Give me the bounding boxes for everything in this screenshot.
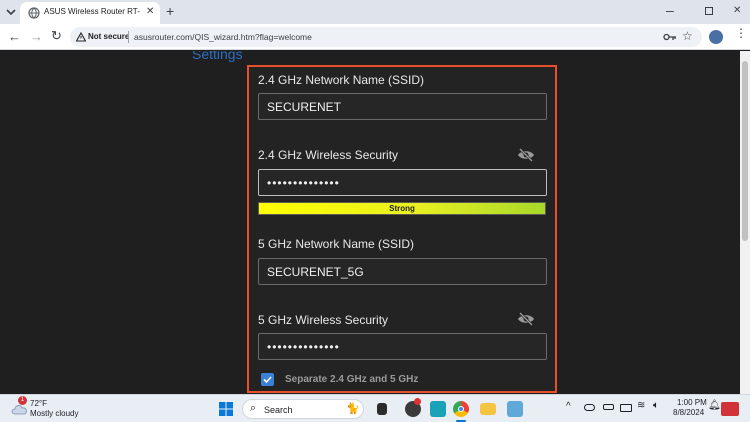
- tab-bar: ASUS Wireless Router RT-AX86 ✕ + – ✕: [0, 0, 750, 24]
- weather-temperature: 72°F: [30, 399, 47, 408]
- chevron-up-icon[interactable]: ^: [566, 401, 571, 412]
- tab-title: ASUS Wireless Router RT-AX86: [44, 7, 140, 16]
- checkmark-icon: [263, 376, 272, 384]
- cloud-sync-icon[interactable]: [584, 404, 595, 411]
- key-icon[interactable]: [663, 32, 677, 42]
- profile-badge-icon[interactable]: [721, 402, 739, 416]
- clock-time[interactable]: 1:00 PM: [677, 398, 707, 407]
- start-button[interactable]: [219, 402, 233, 416]
- taskbar-search[interactable]: ⌕ Search 🐈: [242, 399, 364, 419]
- weather-widget[interactable]: 1 72°F Mostly cloudy: [8, 396, 98, 421]
- eye-slash-icon[interactable]: [517, 148, 535, 162]
- search-highlight-icon: 🐈: [346, 403, 360, 415]
- reload-icon[interactable]: ↻: [51, 28, 62, 44]
- tab-search-button[interactable]: [4, 5, 18, 19]
- password-strength-label: Strong: [389, 204, 415, 213]
- ssid-5-input[interactable]: SECURENET_5G: [258, 258, 547, 285]
- app-icon-blue[interactable]: [430, 401, 446, 417]
- warning-triangle-icon: [76, 32, 86, 42]
- file-explorer-icon[interactable]: [480, 403, 496, 415]
- security-24-label: 2.4 GHz Wireless Security: [258, 148, 399, 162]
- separate-bands-checkbox[interactable]: [261, 373, 274, 386]
- page-heading-partial: Settings: [192, 51, 243, 62]
- clock-date[interactable]: 8/8/2024: [673, 408, 704, 417]
- password-24-input[interactable]: ••••••••••••••: [258, 169, 547, 196]
- chrome-icon[interactable]: [453, 401, 469, 417]
- chevron-down-icon: [6, 9, 16, 16]
- browser-tab-active[interactable]: ASUS Wireless Router RT-AX86 ✕: [20, 2, 160, 24]
- windows-taskbar: 1 72°F Mostly cloudy ⌕ Search 🐈 ^ ≋ 🔈︎ 1…: [0, 394, 750, 422]
- new-tab-button[interactable]: +: [166, 3, 174, 19]
- menu-kebab-icon[interactable]: ⋮: [735, 27, 747, 39]
- wifi-icon[interactable]: ≋: [637, 400, 645, 411]
- address-bar[interactable]: Not secure asusrouter.com/QIS_wizard.htm…: [70, 27, 702, 47]
- search-placeholder: Search: [264, 405, 293, 415]
- notepad-icon[interactable]: [507, 401, 523, 417]
- keyboard-icon[interactable]: [620, 404, 632, 412]
- search-icon: ⌕: [250, 402, 257, 414]
- scrollbar-thumb[interactable]: [742, 61, 748, 241]
- chrome-center: [458, 406, 464, 412]
- pen-icon[interactable]: [603, 404, 614, 410]
- minimize-icon[interactable]: –: [666, 2, 674, 18]
- divider: [128, 31, 129, 43]
- page-scrollbar[interactable]: [740, 51, 750, 394]
- password-5-input[interactable]: ••••••••••••••: [258, 333, 547, 360]
- ssid-24-input[interactable]: SECURENET: [258, 93, 547, 120]
- bookmark-star-icon[interactable]: ☆: [682, 29, 693, 43]
- router-setup-page: Settings 2.4 GHz Network Name (SSID) SEC…: [0, 51, 740, 394]
- globe-icon: [28, 7, 40, 19]
- app-icon-badged[interactable]: [405, 398, 421, 417]
- volume-icon[interactable]: 🔈︎: [653, 400, 659, 411]
- maximize-icon[interactable]: [705, 7, 713, 15]
- weather-description: Mostly cloudy: [30, 409, 79, 418]
- back-arrow-icon[interactable]: ←: [8, 29, 21, 44]
- notification-dot: [414, 398, 421, 405]
- wireless-settings-panel: 2.4 GHz Network Name (SSID) SECURENET 2.…: [247, 65, 557, 393]
- close-window-icon[interactable]: ✕: [733, 5, 741, 16]
- eye-slash-icon[interactable]: [517, 312, 535, 326]
- separate-bands-label: Separate 2.4 GHz and 5 GHz: [285, 374, 419, 385]
- forward-arrow-icon[interactable]: →: [30, 29, 43, 44]
- task-view-icon[interactable]: [377, 403, 387, 415]
- weather-badge: 1: [18, 396, 27, 405]
- ssid-5-label: 5 GHz Network Name (SSID): [258, 237, 415, 251]
- password-strength-meter: Strong: [258, 202, 546, 215]
- ssid-24-label: 2.4 GHz Network Name (SSID): [258, 73, 425, 87]
- security-5-label: 5 GHz Wireless Security: [258, 313, 389, 327]
- tab-close-icon[interactable]: ✕: [146, 6, 154, 17]
- url-text[interactable]: asusrouter.com/QIS_wizard.htm?flag=welco…: [134, 32, 312, 42]
- profile-avatar[interactable]: [709, 30, 723, 44]
- browser-toolbar: ← → ↻ Not secure asusrouter.com/QIS_wiza…: [0, 24, 750, 50]
- notification-bell-icon[interactable]: 🔔︎: [708, 400, 721, 411]
- security-status[interactable]: Not secure: [88, 32, 129, 41]
- windows-logo-icon: [219, 402, 233, 416]
